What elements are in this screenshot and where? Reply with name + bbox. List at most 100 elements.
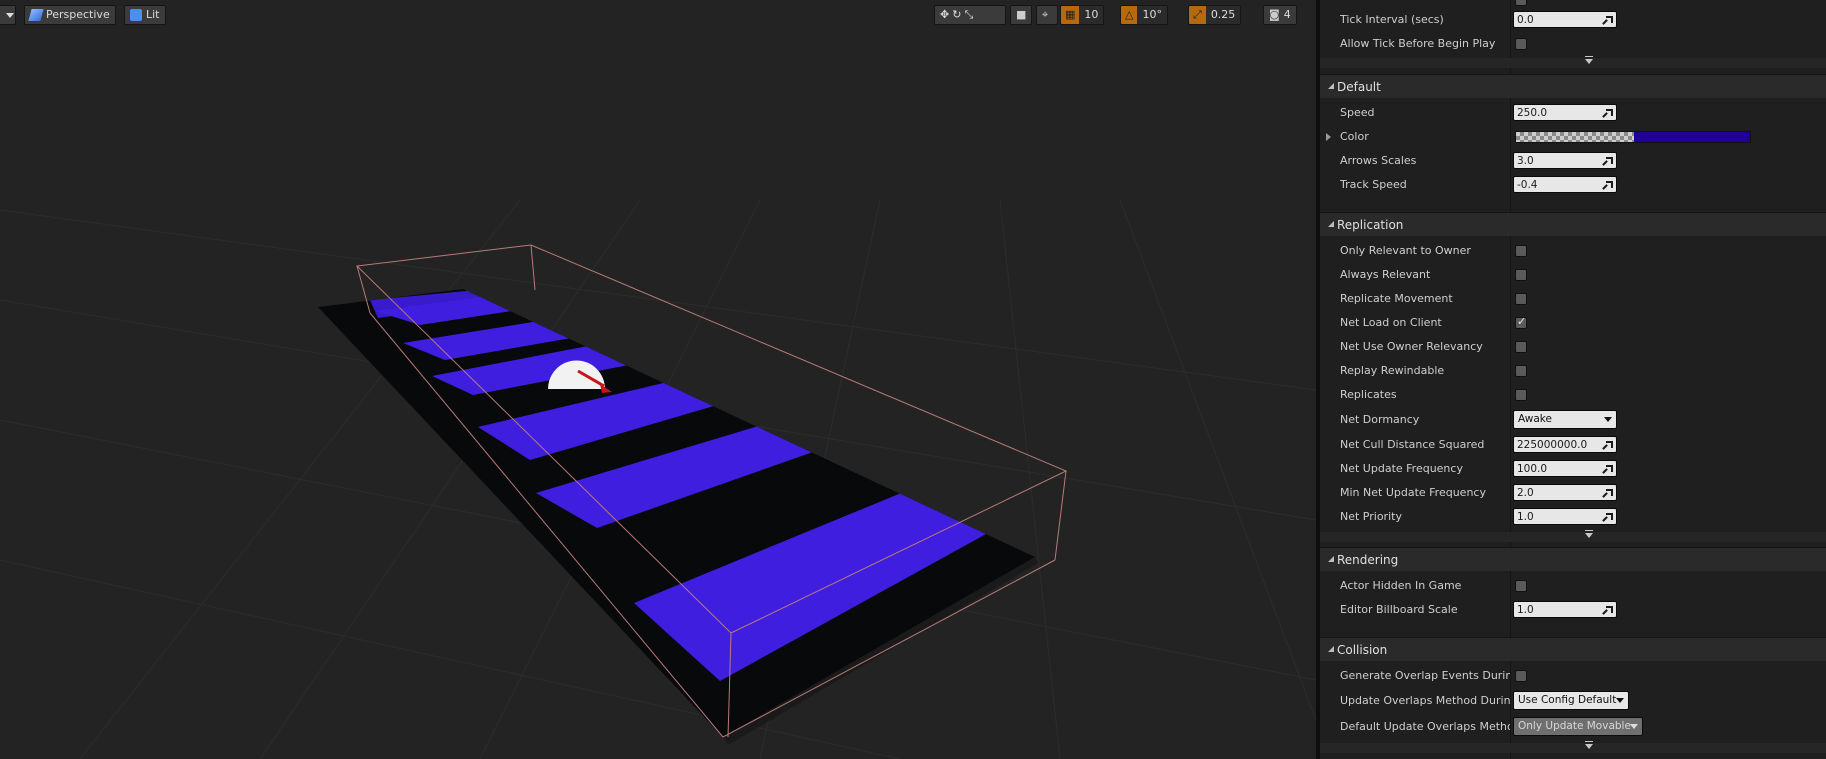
category-title: Default [1337, 80, 1381, 94]
property-label: Net Update Frequency [1340, 462, 1463, 475]
chevron-down-icon [6, 12, 14, 18]
property-row: Net Load on Client [1320, 311, 1826, 335]
collapse-arrow-icon [1328, 556, 1334, 562]
surface-snapping-toggle[interactable]: ⌖ [1036, 5, 1058, 25]
property-label: Allow Tick Before Begin Play [1340, 37, 1496, 50]
category-replication[interactable]: Replication [1320, 212, 1826, 236]
grid-snap-button[interactable]: ▦ 10 [1060, 5, 1105, 25]
expand-arrow-icon [1585, 56, 1593, 64]
only-relevant-to-owner-checkbox[interactable] [1515, 245, 1527, 257]
net-use-owner-relevancy-checkbox[interactable] [1515, 341, 1527, 353]
rotation-snap-value[interactable]: 10° [1137, 6, 1167, 24]
speed-field[interactable]: 250.0 [1513, 104, 1617, 121]
net-dormancy-dropdown[interactable]: Awake [1513, 410, 1617, 429]
tick-interval-field[interactable]: 0.0 [1513, 11, 1617, 28]
drag-handle-icon [1606, 181, 1613, 188]
allow-tick-checkbox[interactable] [1515, 38, 1527, 50]
property-row: Net Cull Distance Squared 225000000.0 [1320, 433, 1826, 457]
property-label: Replicates [1340, 388, 1397, 401]
arrows-scales-field[interactable]: 3.0 [1513, 152, 1617, 169]
scale-snap-value[interactable]: 0.25 [1205, 6, 1241, 24]
actor-hidden-checkbox[interactable] [1515, 580, 1527, 592]
rotation-snap-button[interactable]: △ 10° [1120, 5, 1168, 25]
transform-tools[interactable]: ✥ ↻ ⤡ [934, 5, 1006, 25]
property-label: Arrows Scales [1340, 154, 1417, 167]
top-checkbox[interactable] [1515, 0, 1527, 6]
property-label: Track Speed [1340, 178, 1407, 191]
replay-rewindable-checkbox[interactable] [1515, 365, 1527, 377]
camera-icon: ◙ [1269, 8, 1280, 21]
property-row: Editor Billboard Scale 1.0 [1320, 598, 1826, 622]
property-row: Net Use Owner Relevancy [1320, 335, 1826, 359]
view-mode-label: Perspective [46, 8, 110, 21]
drag-handle-icon [1606, 606, 1613, 613]
property-label: Only Relevant to Owner [1340, 244, 1471, 257]
view-mode-button[interactable]: Perspective [24, 5, 116, 25]
scale-snap-button[interactable]: ⤢ 0.25 [1188, 5, 1242, 25]
property-row: Generate Overlap Events During Le [1320, 664, 1826, 688]
net-cull-distance-field[interactable]: 225000000.0 [1513, 436, 1617, 453]
drag-handle-icon [1606, 109, 1613, 116]
chevron-down-icon [1630, 724, 1638, 729]
drag-handle-icon [1606, 16, 1613, 23]
level-viewport[interactable]: Perspective Lit ✥ ↻ ⤡ ■ ⌖ ▦ 10 △ 10° ⤢ 0… [0, 0, 1316, 759]
scale-icon[interactable]: ⤡ [964, 5, 973, 25]
chevron-down-icon [1616, 698, 1624, 703]
property-label: Net Cull Distance Squared [1340, 438, 1485, 451]
net-update-frequency-field[interactable]: 100.0 [1513, 460, 1617, 477]
default-update-overlaps-dropdown[interactable]: Only Update Movable [1513, 717, 1643, 736]
always-relevant-checkbox[interactable] [1515, 269, 1527, 281]
min-net-update-frequency-field[interactable]: 2.0 [1513, 484, 1617, 501]
category-collision[interactable]: Collision [1320, 637, 1826, 661]
field-value: 1.0 [1517, 511, 1534, 523]
expand-arrow-icon[interactable] [1326, 133, 1331, 141]
billboard-scale-field[interactable]: 1.0 [1513, 601, 1617, 618]
lit-sphere-icon [130, 9, 142, 21]
net-priority-field[interactable]: 1.0 [1513, 508, 1617, 525]
property-label: Color [1340, 130, 1369, 143]
drag-handle-icon [1606, 513, 1613, 520]
scale-snap-icon: ⤢ [1193, 8, 1202, 21]
dropdown-value: Use Config Default [1518, 694, 1617, 706]
replicates-checkbox[interactable] [1515, 389, 1527, 401]
property-label: Net Use Owner Relevancy [1340, 340, 1483, 353]
world-local-toggle[interactable]: ■ [1010, 5, 1032, 25]
rotate-icon[interactable]: ↻ [952, 5, 961, 25]
generate-overlap-checkbox[interactable] [1515, 670, 1527, 682]
track-speed-field[interactable]: -0.4 [1513, 176, 1617, 193]
property-row: Arrows Scales 3.0 [1320, 149, 1826, 173]
collapse-arrow-icon [1328, 646, 1334, 652]
viewport-scene[interactable] [0, 0, 1316, 759]
grid-snap-value[interactable]: 10 [1079, 6, 1104, 24]
color-swatch[interactable] [1515, 131, 1751, 143]
lighting-mode-button[interactable]: Lit [124, 5, 166, 25]
category-rendering[interactable]: Rendering [1320, 547, 1826, 571]
net-load-on-client-checkbox[interactable] [1515, 315, 1527, 329]
advanced-expander[interactable] [1320, 741, 1826, 753]
property-label: Net Priority [1340, 510, 1402, 523]
field-value: 3.0 [1517, 155, 1534, 167]
update-overlaps-dropdown[interactable]: Use Config Default [1513, 691, 1629, 710]
property-label: Default Update Overlaps Method D [1340, 720, 1510, 733]
advanced-expander[interactable] [1320, 56, 1826, 68]
camera-speed-button[interactable]: ◙ 4 [1263, 5, 1297, 25]
grid-icon: ▦ [1065, 8, 1076, 21]
translate-icon[interactable]: ✥ [940, 5, 949, 25]
dropdown-value: Awake [1518, 413, 1552, 425]
property-label: Editor Billboard Scale [1340, 603, 1458, 616]
chevron-down-icon [1604, 417, 1612, 422]
property-label: Replicate Movement [1340, 292, 1453, 305]
category-title: Collision [1337, 643, 1388, 657]
drag-handle-icon [1606, 489, 1613, 496]
viewport-options-menu[interactable] [0, 5, 16, 25]
property-label: Tick Interval (secs) [1340, 13, 1444, 26]
replicate-movement-checkbox[interactable] [1515, 293, 1527, 305]
property-row: Color [1320, 125, 1826, 149]
category-title: Rendering [1337, 553, 1399, 567]
category-default[interactable]: Default [1320, 74, 1826, 98]
property-label: Actor Hidden In Game [1340, 579, 1462, 592]
property-label: Update Overlaps Method During Le [1340, 694, 1510, 707]
property-label: Generate Overlap Events During Le [1340, 669, 1510, 682]
field-value: 0.0 [1517, 14, 1534, 26]
advanced-expander[interactable] [1320, 530, 1826, 542]
